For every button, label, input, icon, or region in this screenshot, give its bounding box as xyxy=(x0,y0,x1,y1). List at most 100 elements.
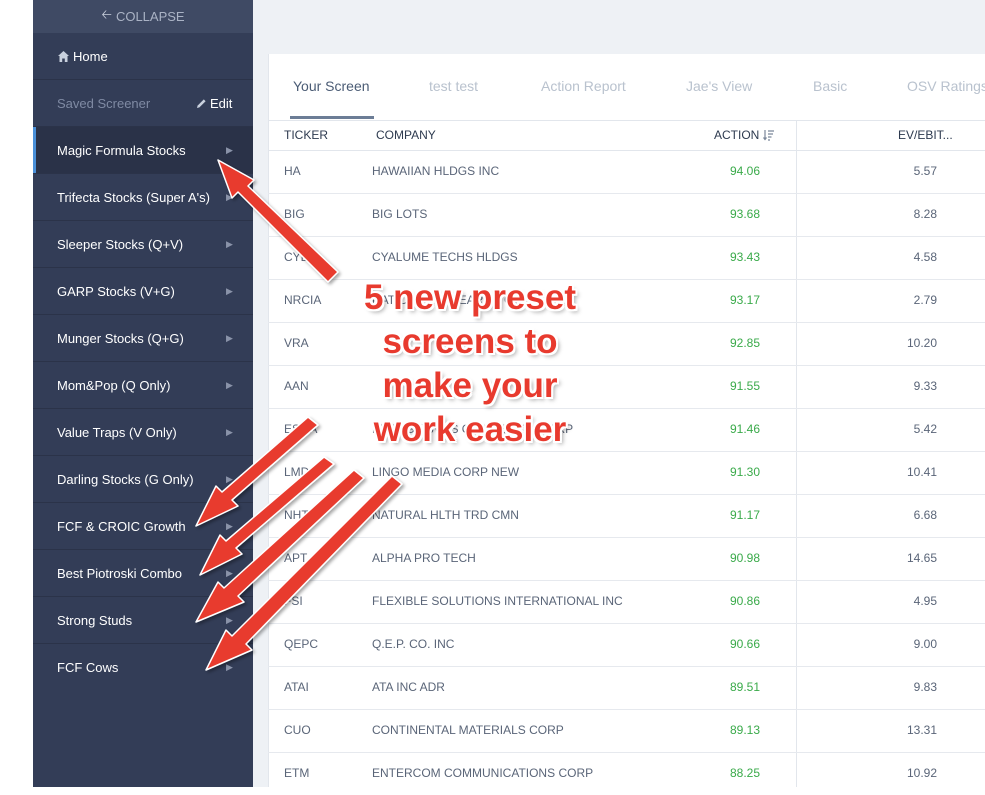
table-row[interactable]: NHTC NATURAL HLTH TRD CMN 91.17 6.68 xyxy=(268,494,985,538)
screen-tabs: Your Screen test test Action Report Jae'… xyxy=(268,54,985,121)
ticker-cell[interactable]: ATAI xyxy=(284,680,309,694)
ticker-cell[interactable]: ESOA xyxy=(284,422,317,436)
annotation-callout: 5 new preset screens to make your work e… xyxy=(320,276,620,452)
table-row[interactable]: ETM ENTERCOM COMMUNICATIONS CORP 88.25 1… xyxy=(268,752,985,795)
table-row[interactable]: ATAI ATA INC ADR 89.51 9.83 xyxy=(268,666,985,710)
chevron-right-icon: ▶ xyxy=(226,144,233,155)
ticker-cell[interactable]: BIG xyxy=(284,207,305,221)
sidebar-item-value-traps[interactable]: Value Traps (V Only) ▶ xyxy=(33,409,253,456)
edit-button[interactable]: Edit xyxy=(196,96,232,111)
sidebar-item-fcf-cows[interactable]: FCF Cows ▶ xyxy=(33,644,253,691)
company-cell: ATA INC ADR xyxy=(372,680,445,694)
action-score-cell: 93.43 xyxy=(729,250,760,264)
sidebar-item-home[interactable]: Home xyxy=(33,33,253,80)
sidebar-item-magic-formula[interactable]: Magic Formula Stocks ▶ xyxy=(33,127,253,174)
active-tab-indicator xyxy=(290,116,374,119)
callout-line: work easier xyxy=(373,410,567,449)
sidebar-item-label: Munger Stocks (Q+G) xyxy=(57,330,184,346)
ev-ebit-cell: 14.65 xyxy=(906,551,937,565)
chevron-right-icon: ▶ xyxy=(226,238,233,249)
tab-your-screen[interactable]: Your Screen xyxy=(293,78,370,94)
ev-ebit-cell: 9.00 xyxy=(913,637,937,651)
ticker-cell[interactable]: LMDCF xyxy=(284,465,325,479)
company-cell: Q.E.P. CO. INC xyxy=(372,637,455,651)
action-score-cell: 90.98 xyxy=(729,551,760,565)
chevron-right-icon: ▶ xyxy=(226,520,233,531)
action-score-cell: 93.17 xyxy=(729,293,760,307)
ticker-cell[interactable]: NRCIA xyxy=(284,293,321,307)
saved-screener-header: Saved Screener Edit xyxy=(33,80,253,127)
chevron-right-icon: ▶ xyxy=(226,426,233,437)
ticker-cell[interactable]: FSI xyxy=(284,594,303,608)
tab-action-report[interactable]: Action Report xyxy=(541,78,626,94)
ticker-cell[interactable]: HA xyxy=(284,164,301,178)
ticker-cell[interactable]: CYLU xyxy=(284,250,316,264)
ev-ebit-cell: 9.33 xyxy=(913,379,937,393)
sidebar-item-sleeper[interactable]: Sleeper Stocks (Q+V) ▶ xyxy=(33,221,253,268)
edit-label: Edit xyxy=(210,95,233,111)
table-row[interactable]: LMDCF LINGO MEDIA CORP NEW 91.30 10.41 xyxy=(268,451,985,495)
table-row[interactable]: QEPC Q.E.P. CO. INC 90.66 9.00 xyxy=(268,623,985,667)
sidebar-item-label: GARP Stocks (V+G) xyxy=(57,283,175,299)
company-cell: FLEXIBLE SOLUTIONS INTERNATIONAL INC xyxy=(372,594,623,608)
left-gutter xyxy=(0,0,33,787)
tab-basic[interactable]: Basic xyxy=(813,78,847,94)
action-score-cell: 89.51 xyxy=(729,680,760,694)
column-header-company[interactable]: COMPANY xyxy=(376,128,436,142)
column-header-action[interactable]: ACTION xyxy=(714,128,775,142)
action-score-cell: 91.55 xyxy=(729,379,760,393)
table-row[interactable]: BIG BIG LOTS 93.68 8.28 xyxy=(268,193,985,237)
ticker-cell[interactable]: CUO xyxy=(284,723,311,737)
chevron-right-icon: ▶ xyxy=(226,332,233,343)
tab-osv-ratings[interactable]: OSV Ratings xyxy=(907,78,985,94)
sidebar-item-piotroski[interactable]: Best Piotroski Combo ▶ xyxy=(33,550,253,597)
sidebar-item-label: Best Piotroski Combo xyxy=(57,565,182,581)
action-score-cell: 90.86 xyxy=(729,594,760,608)
ticker-cell[interactable]: QEPC xyxy=(284,637,318,651)
sidebar-item-label: FCF Cows xyxy=(57,660,119,675)
ev-ebit-cell: 10.92 xyxy=(906,766,937,780)
ticker-cell[interactable]: NHTC xyxy=(284,508,317,522)
sidebar-item-trifecta[interactable]: Trifecta Stocks (Super A's) ▶ xyxy=(33,174,253,221)
action-score-cell: 91.17 xyxy=(729,508,760,522)
table-row[interactable]: FSI FLEXIBLE SOLUTIONS INTERNATIONAL INC… xyxy=(268,580,985,624)
action-score-cell: 90.66 xyxy=(729,637,760,651)
ev-ebit-cell: 5.57 xyxy=(913,164,937,178)
sidebar-item-garp[interactable]: GARP Stocks (V+G) ▶ xyxy=(33,268,253,315)
ticker-cell[interactable]: APT xyxy=(284,551,307,565)
collapse-label: COLLAPSE xyxy=(115,9,185,24)
company-cell: BIG LOTS xyxy=(372,207,428,221)
sidebar-item-label: Sleeper Stocks (Q+V) xyxy=(57,236,184,252)
callout-line: 5 new preset xyxy=(363,278,577,317)
collapse-button[interactable]: 🡠 COLLAPSE xyxy=(33,0,253,33)
tab-test-test[interactable]: test test xyxy=(429,78,478,94)
company-cell: LINGO MEDIA CORP NEW xyxy=(372,465,520,479)
ticker-cell[interactable]: ETM xyxy=(284,766,309,780)
sidebar-item-strong-studs[interactable]: Strong Studs ▶ xyxy=(33,597,253,644)
action-score-cell: 88.25 xyxy=(729,766,760,780)
company-cell: ALPHA PRO TECH xyxy=(372,551,476,565)
sidebar-item-label: Magic Formula Stocks xyxy=(57,142,186,158)
action-score-cell: 93.68 xyxy=(729,207,760,221)
sidebar: 🡠 COLLAPSE Home Saved Screener Edit Magi… xyxy=(33,0,253,787)
sidebar-item-mom-pop[interactable]: Mom&Pop (Q Only) ▶ xyxy=(33,362,253,409)
table-row[interactable]: APT ALPHA PRO TECH 90.98 14.65 xyxy=(268,537,985,581)
sidebar-item-darling[interactable]: Darling Stocks (G Only) ▶ xyxy=(33,456,253,503)
chevron-right-icon: ▶ xyxy=(226,567,233,578)
callout-line: screens to xyxy=(382,322,558,361)
ticker-cell[interactable]: VRA xyxy=(284,336,309,350)
table-row[interactable]: CYLU CYALUME TECHS HLDGS 93.43 4.58 xyxy=(268,236,985,280)
column-header-ticker[interactable]: TICKER xyxy=(284,128,328,142)
company-cell: ENTERCOM COMMUNICATIONS CORP xyxy=(372,766,594,780)
column-header-ev-ebit[interactable]: EV/EBIT... xyxy=(898,128,953,142)
table-row[interactable]: HA HAWAIIAN HLDGS INC 94.06 5.57 xyxy=(268,150,985,194)
sidebar-item-fcf-croic[interactable]: FCF & CROIC Growth ▶ xyxy=(33,503,253,550)
tab-jaes-view[interactable]: Jae's View xyxy=(686,78,752,94)
action-score-cell: 92.85 xyxy=(729,336,760,350)
action-score-cell: 91.46 xyxy=(729,422,760,436)
ev-ebit-cell: 5.42 xyxy=(913,422,937,436)
table-row[interactable]: CUO CONTINENTAL MATERIALS CORP 89.13 13.… xyxy=(268,709,985,753)
ticker-cell[interactable]: AAN xyxy=(284,379,309,393)
sidebar-item-munger[interactable]: Munger Stocks (Q+G) ▶ xyxy=(33,315,253,362)
chevron-right-icon: ▶ xyxy=(226,473,233,484)
